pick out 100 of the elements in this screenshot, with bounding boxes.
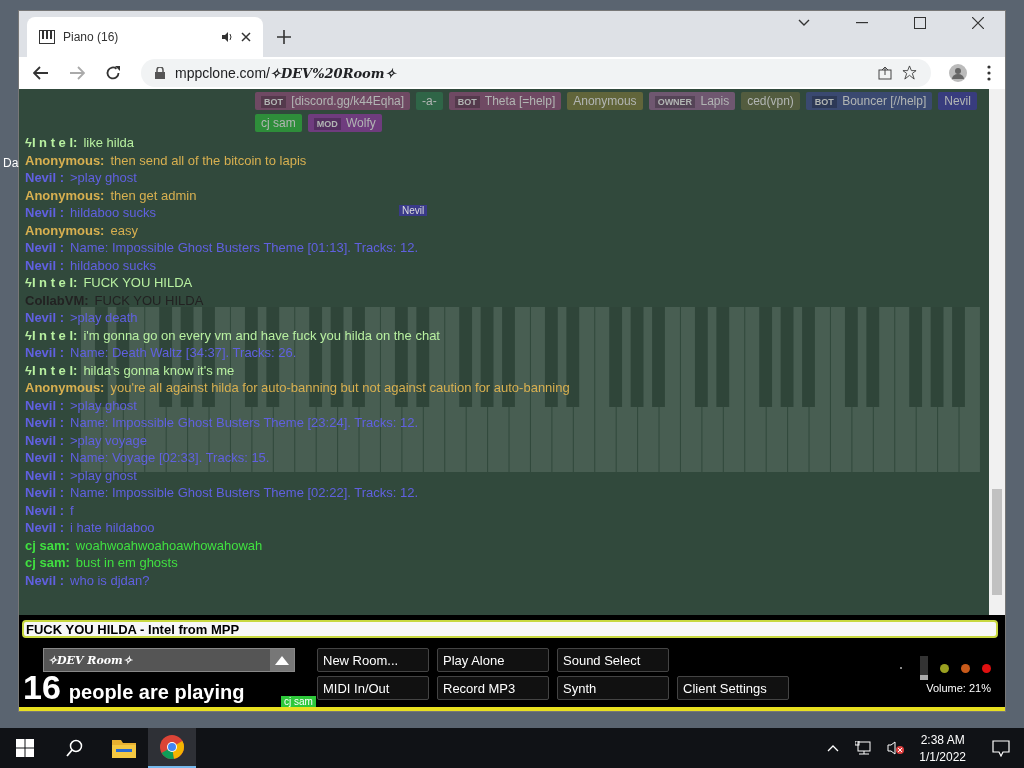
- chat-message: Name: Impossible Ghost Busters Theme [23:24]. Tracks: 12.: [70, 415, 419, 431]
- chat-message: like hilda: [83, 135, 134, 151]
- chat-message: easy: [110, 222, 138, 238]
- chat-message: Name: Impossible Ghost Busters Theme [01:13]. Tracks: 12.: [70, 240, 419, 256]
- chat-message: >play ghost: [70, 397, 137, 413]
- chat-author: Anonymous:: [25, 222, 105, 238]
- chat-author: ϟI n t e l:: [25, 327, 78, 343]
- chat-author: Nevil :: [25, 485, 64, 501]
- speaker-muted-icon[interactable]: [887, 741, 906, 755]
- chat-message: >play ghost: [70, 467, 137, 483]
- clock-time[interactable]: 2:38 AM: [920, 732, 965, 747]
- chat-author: cj sam:: [25, 555, 70, 571]
- volume-label: Volume: 21%: [926, 682, 991, 694]
- cursor-label: Nevil: [399, 205, 428, 216]
- chat-author: Nevil :: [25, 450, 64, 466]
- more-menu-icon[interactable]: [987, 64, 991, 81]
- menu-button[interactable]: Client Settings: [677, 676, 789, 700]
- piano-icon: [39, 29, 55, 44]
- chat-author: Nevil :: [25, 345, 64, 361]
- desktop-icon-label: Da: [3, 156, 19, 170]
- participant-tag[interactable]: OWNER Lapis: [648, 92, 736, 110]
- browser-tab[interactable]: Piano (16): [27, 16, 263, 57]
- speaker-icon[interactable]: [221, 30, 233, 43]
- participant-tag[interactable]: ced(vpn): [741, 92, 800, 110]
- chat-message: Name: Impossible Ghost Busters Theme [02:22]. Tracks: 12.: [70, 485, 419, 501]
- participant-tag[interactable]: BOT [discord.gg/k44Eqha]: [255, 92, 411, 110]
- chat-message: woahwoahwoahoawhowahowah: [75, 537, 263, 553]
- folder-icon: [112, 738, 136, 758]
- menu-button[interactable]: MIDI In/Out: [317, 676, 429, 700]
- room-select[interactable]: ✧DEV Room✧: [43, 648, 295, 672]
- chevron-down-icon[interactable]: [798, 18, 810, 27]
- chat-message: Name: Voyage [02:33]. Tracks: 15.: [70, 450, 270, 466]
- chat-message: then get admin: [110, 187, 197, 203]
- taskbar-app[interactable]: [148, 728, 196, 768]
- chat-author: Nevil :: [25, 205, 64, 221]
- chat-message: who is djdan?: [70, 572, 150, 588]
- address-bar[interactable]: mppclone.com/✧DEV%20Room✧: [141, 58, 931, 87]
- reload-icon[interactable]: [105, 64, 121, 81]
- chat-message: i'm gonna go on every vm and have fuck you hilda on the chat: [83, 327, 440, 343]
- search-icon[interactable]: [66, 739, 84, 757]
- chat-message: then send all of the bitcoin to lapis: [110, 152, 307, 168]
- chat-author: ϟI n t e l:: [25, 362, 78, 378]
- windows-start-icon[interactable]: [16, 739, 34, 757]
- lock-icon: [155, 66, 165, 79]
- chat-message: f: [70, 502, 74, 518]
- chat-author: Nevil :: [25, 415, 64, 431]
- chat-message: i hate hildaboo: [70, 520, 155, 536]
- maximize-icon[interactable]: [914, 16, 926, 29]
- chat-author: Anonymous:: [25, 152, 105, 168]
- chat-message: hildaboo sucks: [70, 205, 156, 221]
- chat-author: Nevil :: [25, 257, 64, 273]
- chat-message: you're all against hilda for auto-banning but not against caution for auto-banning: [110, 380, 570, 396]
- chat-message: >play voyage: [70, 432, 147, 448]
- share-icon[interactable]: [878, 65, 892, 80]
- profile-icon[interactable]: [949, 63, 967, 82]
- chat-author: Nevil :: [25, 467, 64, 483]
- minimize-icon[interactable]: [856, 21, 868, 24]
- caret-up-icon: [275, 655, 289, 665]
- chat-message: FUCK YOU HILDA: [83, 275, 193, 291]
- chat-author: ϟI n t e l:: [25, 135, 78, 151]
- scrollbar[interactable]: [989, 89, 1005, 615]
- participant-tag[interactable]: Nevil: [938, 92, 977, 110]
- back-arrow-icon[interactable]: [33, 65, 49, 80]
- chat-author: Anonymous:: [25, 380, 105, 396]
- chat-author: Nevil :: [25, 502, 64, 518]
- menu-button[interactable]: Synth: [557, 676, 669, 700]
- chat-author: Nevil :: [25, 170, 64, 186]
- chat-message: Name: Death Waltz [34:37]. Tracks: 26.: [70, 345, 297, 361]
- chat-message: >play death: [70, 310, 138, 326]
- volume-knob[interactable]: [920, 674, 928, 680]
- cursor-label: cj sam: [281, 696, 316, 707]
- browser-logo-icon: [160, 735, 184, 759]
- chat-author: Nevil :: [25, 432, 64, 448]
- notification-icon[interactable]: [992, 739, 1010, 757]
- chat-author: Nevil :: [25, 572, 64, 588]
- menu-button[interactable]: New Room...: [317, 648, 429, 672]
- chat-author: cj sam:: [25, 537, 70, 553]
- close-icon[interactable]: [241, 31, 251, 42]
- menu-button[interactable]: Record MP3: [437, 676, 549, 700]
- participant-tag[interactable]: BOT Theta [=help]: [448, 92, 562, 110]
- chat-author: Nevil :: [25, 240, 64, 256]
- chat-message: >play ghost: [70, 170, 137, 186]
- new-tab-icon[interactable]: [277, 29, 291, 44]
- network-icon[interactable]: [855, 741, 872, 755]
- menu-button[interactable]: Sound Select: [557, 648, 669, 672]
- chat-author: Anonymous:: [25, 187, 105, 203]
- chat-message: hildaboo sucks: [70, 257, 156, 273]
- chat-author: Nevil :: [25, 397, 64, 413]
- participant-tag[interactable]: MOD Wolfy: [307, 114, 382, 132]
- caret-up-icon[interactable]: [827, 744, 840, 752]
- close-icon[interactable]: [972, 16, 984, 29]
- player-count-label: people are playing: [68, 681, 245, 704]
- chat-message: bust in em ghosts: [75, 555, 178, 571]
- chat-input-field[interactable]: FUCK YOU HILDA - Intel from MPP: [22, 620, 998, 638]
- star-icon[interactable]: [902, 65, 917, 81]
- menu-button[interactable]: Play Alone: [437, 648, 549, 672]
- clock-date[interactable]: 1/1/2022: [919, 749, 966, 764]
- participant-tag[interactable]: BOT Bouncer [//help]: [805, 92, 933, 110]
- chat-author: Nevil :: [25, 520, 64, 536]
- chat-author: ϟI n t e l:: [25, 275, 78, 291]
